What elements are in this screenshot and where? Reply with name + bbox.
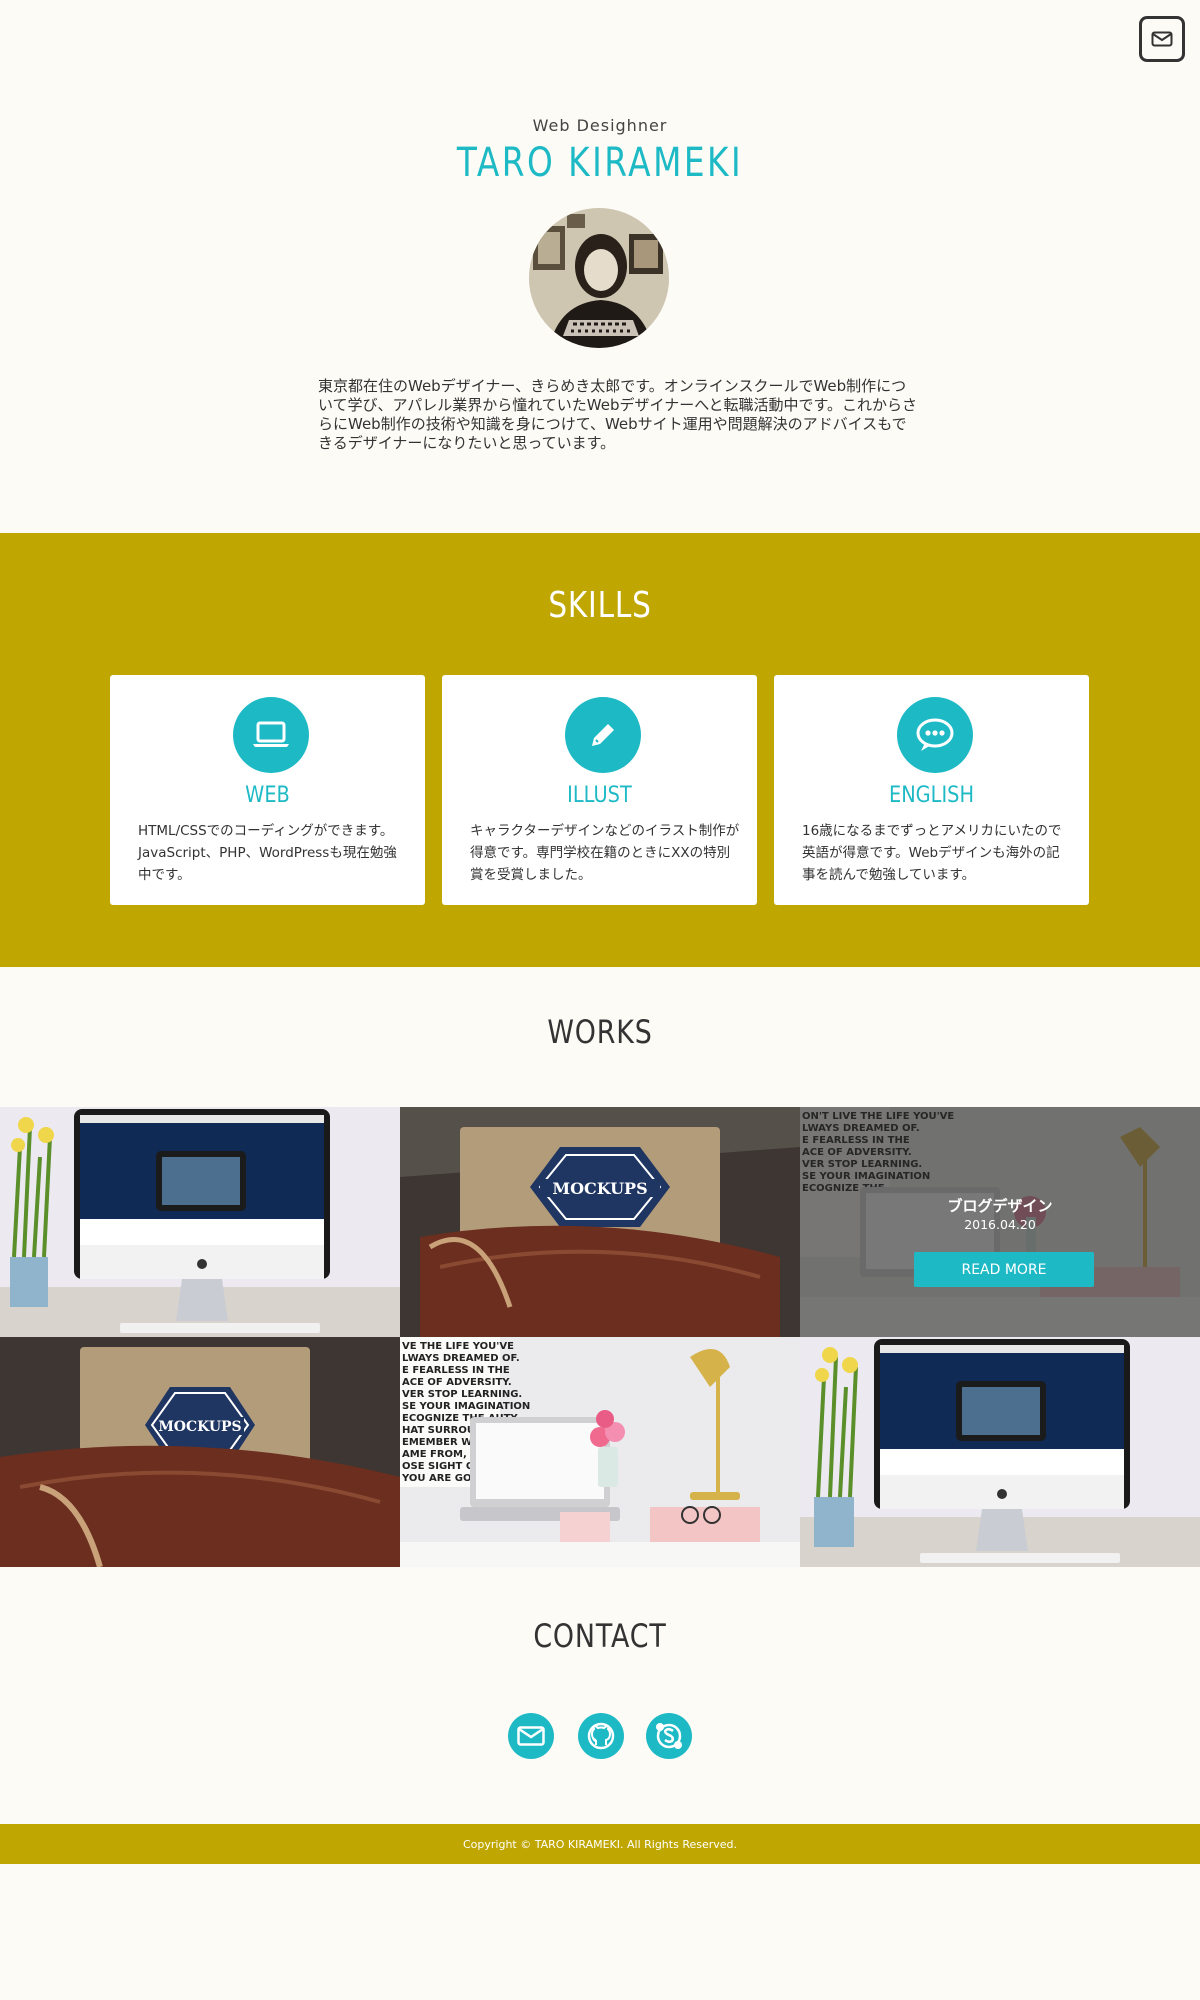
svg-text:MOCKUPS: MOCKUPS <box>158 1419 241 1435</box>
skill-title: WEB <box>245 783 290 808</box>
works-title: WORKS <box>547 1013 653 1051</box>
skype-icon <box>656 1723 682 1749</box>
svg-text:SE YOUR IMAGINATION: SE YOUR IMAGINATION <box>402 1401 530 1412</box>
pencil-icon <box>565 697 641 773</box>
contact-github-button[interactable] <box>578 1713 624 1759</box>
contact-skype-button[interactable] <box>646 1713 692 1759</box>
chat-bubble-icon <box>897 697 973 773</box>
svg-text:VER STOP LEARNING.: VER STOP LEARNING. <box>402 1389 522 1400</box>
profile-name: TARO KIRAMEKI <box>456 140 744 186</box>
avatar <box>529 208 669 348</box>
skill-card-english: ENGLISH 16歳になるまでずっとアメリカにいたので英語が得意です。Webデ… <box>774 675 1089 905</box>
copyright-text: Copyright © TARO KIRAMEKI. All Rights Re… <box>462 1837 738 1851</box>
work-item-mockups-wallet[interactable]: MOCKUPS <box>400 1107 800 1337</box>
svg-text:LWAYS DREAMED OF.: LWAYS DREAMED OF. <box>402 1353 520 1364</box>
work-item-imac[interactable] <box>0 1107 400 1337</box>
hero-section: Web Desighner TARO KIRAMEKI 東京都在住のWebデザイ… <box>0 0 1200 533</box>
profile-bio: 東京都在住のWebデザイナー、きらめき太郎です。オンラインスクールでWeb制作に… <box>318 377 917 452</box>
github-icon <box>587 1722 615 1750</box>
skill-text: 16歳になるまでずっとアメリカにいたので英語が得意です。Webデザインも海外の記… <box>802 823 1062 883</box>
contact-title: CONTACT <box>533 1617 667 1655</box>
svg-text:ACE OF ADVERSITY.: ACE OF ADVERSITY. <box>402 1377 512 1388</box>
svg-text:E FEARLESS IN THE: E FEARLESS IN THE <box>402 1365 510 1376</box>
skills-title: SKILLS <box>548 585 652 626</box>
mail-icon <box>517 1726 545 1746</box>
skill-card-illust: ILLUST キャラクターデザインなどのイラスト制作が得意です。専門学校在籍のと… <box>442 675 757 905</box>
profile-role: Web Desighner <box>532 116 668 135</box>
svg-text:YOU ARE GO: YOU ARE GO <box>401 1473 471 1484</box>
works-gallery: MOCKUPS ON'T LIVE THE LIFE YOU'VE LWAYS … <box>0 1107 1200 1570</box>
work-item-mockups-wallet-2[interactable]: MOCKUPS <box>0 1337 400 1567</box>
skill-title: ENGLISH <box>888 783 975 808</box>
work-hover-overlay: ブログデザイン 2016.04.20 READ MORE <box>800 1107 1200 1337</box>
work-item-blog-design[interactable]: ON'T LIVE THE LIFE YOU'VE LWAYS DREAMED … <box>800 1107 1200 1337</box>
laptop-icon <box>233 697 309 773</box>
work-item-imac-2[interactable] <box>800 1337 1200 1567</box>
contact-mail-button[interactable] <box>508 1713 554 1759</box>
svg-text:VE THE LIFE YOU'VE: VE THE LIFE YOU'VE <box>402 1341 514 1352</box>
skill-title: ILLUST <box>567 783 632 808</box>
skills-section: SKILLS WEB HTML/CSSでのコーディングができます。JavaScr… <box>0 533 1200 967</box>
skill-card-web: WEB HTML/CSSでのコーディングができます。JavaScript、PHP… <box>110 675 425 905</box>
footer: Copyright © TARO KIRAMEKI. All Rights Re… <box>0 1824 1200 1864</box>
work-date: 2016.04.20 <box>964 1217 1036 1232</box>
work-item-desk[interactable]: VE THE LIFE YOU'VE LWAYS DREAMED OF. E F… <box>400 1337 800 1567</box>
read-more-button[interactable]: READ MORE <box>914 1252 1094 1287</box>
skill-text: HTML/CSSでのコーディングができます。JavaScript、PHP、Wor… <box>138 823 397 883</box>
svg-text:MOCKUPS: MOCKUPS <box>552 1179 647 1198</box>
work-title: ブログデザイン <box>947 1197 1053 1215</box>
skill-text: キャラクターデザインなどのイラスト制作が得意です。専門学校在籍のときにXXの特別… <box>470 823 740 883</box>
